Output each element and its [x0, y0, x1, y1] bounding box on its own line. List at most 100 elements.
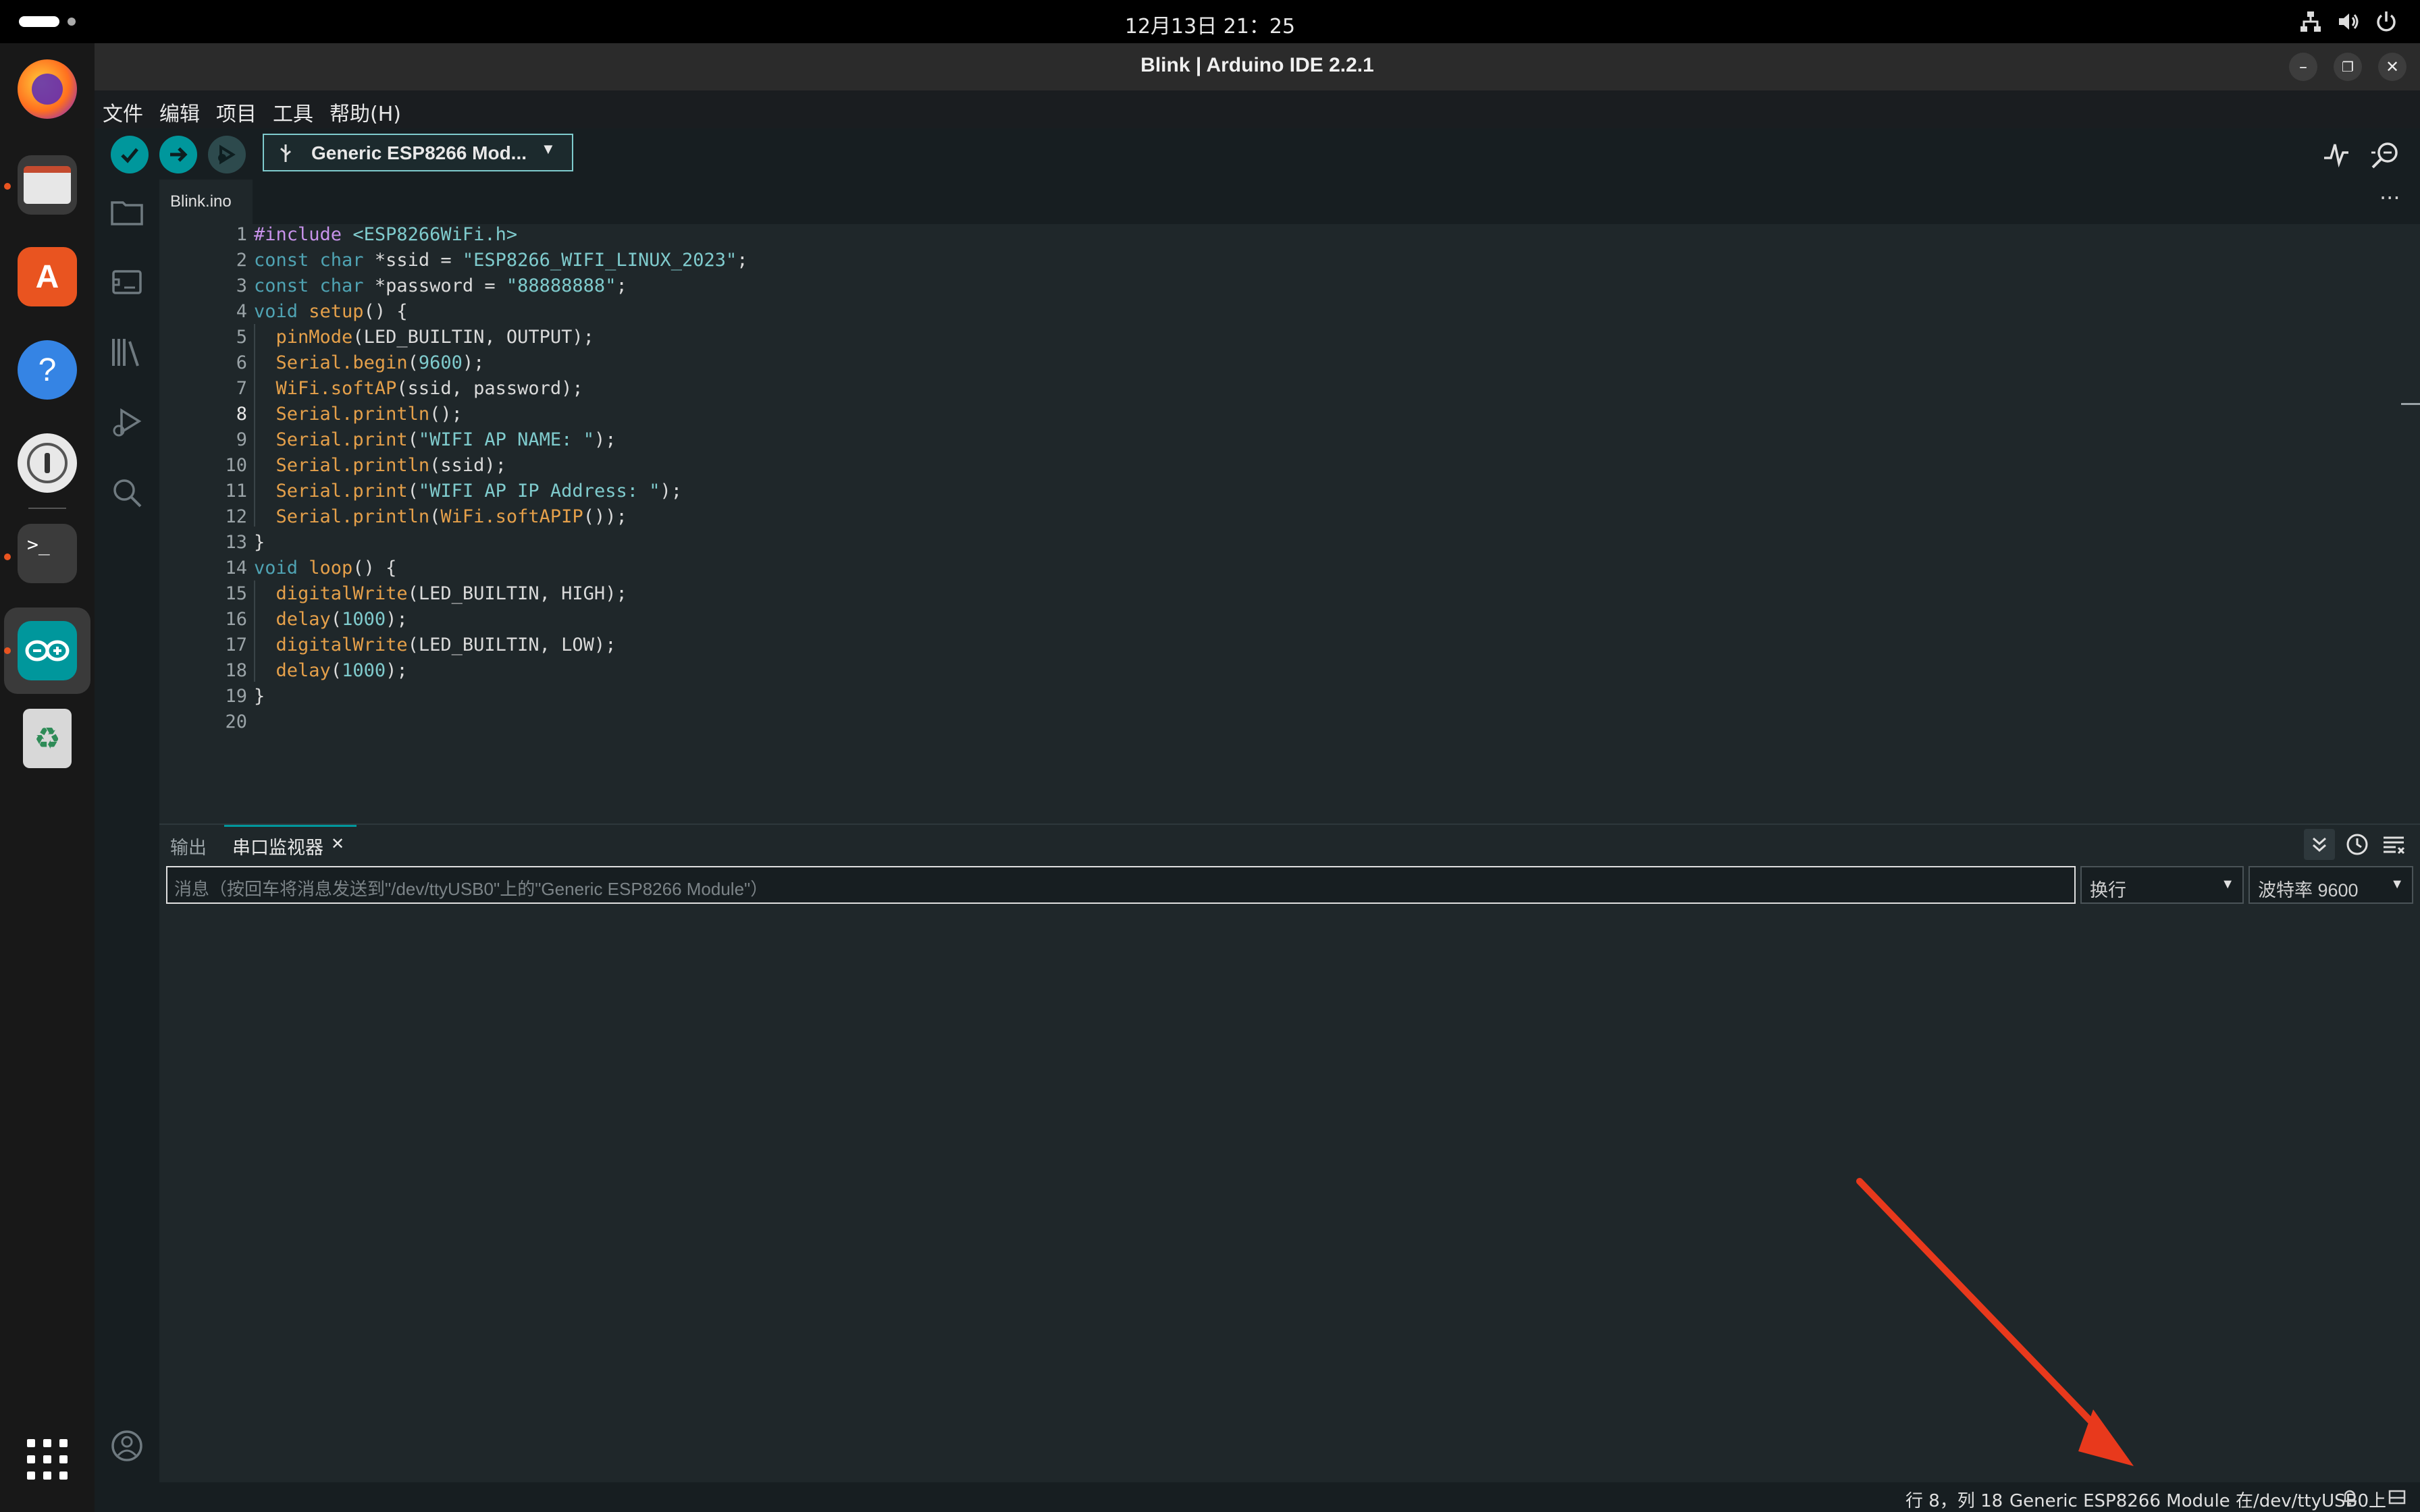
library-manager-icon[interactable]	[109, 335, 144, 370]
menu-help[interactable]: 帮助(H)	[330, 97, 401, 127]
firefox-icon[interactable]	[18, 59, 77, 119]
account-icon[interactable]	[109, 1428, 144, 1463]
arrow-right-icon	[170, 147, 188, 162]
annotation-arrow	[1856, 1178, 2134, 1466]
serial-plotter-icon[interactable]	[2323, 140, 2350, 167]
serial-monitor-icon[interactable]	[2370, 139, 2401, 169]
line-number: 4	[236, 301, 247, 322]
active-tab-indicator	[224, 825, 357, 827]
code-line: }	[254, 686, 265, 707]
tab-output[interactable]: 输出	[170, 833, 207, 859]
line-number: 10	[225, 455, 247, 476]
line-number-current: 8	[236, 404, 247, 425]
minimap-marker	[2401, 403, 2420, 405]
line-number: 2	[236, 250, 247, 271]
code-line: WiFi.softAP(ssid, password);	[275, 378, 583, 399]
activity-sidebar	[95, 180, 159, 1482]
password-icon[interactable]	[18, 433, 77, 493]
debug-button[interactable]	[208, 136, 246, 173]
clock[interactable]: 12月13日 21：25	[0, 9, 2420, 39]
close-tab-icon[interactable]: ✕	[331, 834, 344, 853]
panel-tab-bar: 输出 串口监视器 ✕	[159, 825, 2420, 864]
line-number: 19	[225, 686, 247, 707]
volume-icon[interactable]	[2336, 9, 2361, 34]
tab-serial-monitor[interactable]: 串口监视器	[232, 833, 323, 859]
trash-icon[interactable]: ♻	[23, 709, 72, 768]
toggle-autoscroll-button[interactable]	[2304, 829, 2335, 860]
line-ending-value: 换行	[2090, 880, 2126, 900]
code-line: Serial.println(ssid);	[275, 455, 506, 476]
line-number: 16	[225, 609, 247, 630]
timestamp-clock-icon[interactable]	[2344, 832, 2370, 857]
line-number: 17	[225, 634, 247, 655]
arduino-icon[interactable]	[18, 621, 77, 680]
menu-file[interactable]: 文件	[103, 97, 143, 127]
menu-edit[interactable]: 编辑	[159, 97, 200, 127]
code-line: Serial.print("WIFI AP IP Address: ");	[275, 481, 682, 502]
line-number: 5	[236, 327, 247, 348]
status-bar: 行 8，列 18 Generic ESP8266 Module 在/dev/tt…	[95, 1482, 2420, 1512]
serial-message-input[interactable]: 消息（按回车将消息发送到"/dev/ttyUSB0"上的"Generic ESP…	[166, 866, 2076, 904]
dock: A ? >_ ♻	[0, 43, 95, 1512]
menu-sketch[interactable]: 项目	[216, 97, 257, 127]
code-line: digitalWrite(LED_BUILTIN, HIGH);	[275, 583, 627, 604]
board-selector[interactable]: Generic ESP8266 Mod... ▼	[263, 134, 573, 171]
app-grid-icon[interactable]	[26, 1438, 69, 1481]
help-icon[interactable]: ?	[18, 340, 77, 400]
tab-blink-ino[interactable]: Blink.ino	[159, 180, 253, 224]
window-title: Blink | Arduino IDE 2.2.1	[1140, 54, 1374, 76]
more-options-icon[interactable]: ···	[2379, 185, 2400, 211]
code-line: digitalWrite(LED_BUILTIN, LOW);	[275, 634, 616, 655]
panel-toggle-icon[interactable]	[2388, 1488, 2406, 1507]
minimize-button[interactable]: –	[2289, 53, 2317, 81]
baud-rate-select[interactable]: 波特率 9600 ▼	[2248, 866, 2413, 904]
app-center-icon[interactable]: A	[18, 247, 77, 306]
board-selector-label: Generic ESP8266 Mod...	[311, 142, 527, 163]
code-line: void loop() {	[254, 558, 397, 578]
cursor-position[interactable]: 行 8，列 18	[1905, 1487, 2003, 1512]
code-line: delay(1000);	[275, 660, 408, 681]
code-line-current: Serial.println();	[275, 404, 463, 425]
maximize-button[interactable]: ❐	[2334, 53, 2362, 81]
bell-icon[interactable]	[2340, 1488, 2359, 1507]
debug-icon	[218, 144, 236, 165]
clear-output-icon[interactable]	[2381, 832, 2406, 857]
menu-tools[interactable]: 工具	[273, 97, 313, 127]
code-line: Serial.begin(9600);	[275, 352, 485, 373]
files-icon[interactable]	[18, 155, 77, 215]
line-number: 3	[236, 275, 247, 296]
sketchbook-folder-icon[interactable]	[109, 194, 144, 230]
line-number: 18	[225, 660, 247, 681]
line-number-gutter: 1 2 3 4 5 6 7 8 9 10 11 12 13 14 15 16 1…	[159, 224, 247, 824]
terminal-icon[interactable]: >_	[18, 524, 77, 583]
chevron-down-icon: ▼	[2390, 877, 2404, 892]
power-icon[interactable]	[2374, 9, 2398, 34]
code-line: delay(1000);	[275, 609, 408, 630]
upload-button[interactable]	[159, 136, 197, 173]
line-number: 15	[225, 583, 247, 604]
board-port-status[interactable]: Generic ESP8266 Module 在/dev/ttyUSB0上	[2009, 1487, 2386, 1512]
line-number: 9	[236, 429, 247, 450]
code-line: void setup() {	[254, 301, 408, 322]
code-line: Serial.println(WiFi.softAPIP());	[275, 506, 627, 527]
code-editor[interactable]: #include <ESP8266WiFi.h> const char *ssi…	[254, 224, 2381, 824]
debug-sidebar-icon[interactable]	[109, 405, 144, 440]
menu-bar: 文件 编辑 项目 工具 帮助(H)	[95, 90, 2420, 128]
code-line: const char *ssid = "ESP8266_WIFI_LINUX_2…	[254, 250, 748, 271]
verify-button[interactable]	[111, 136, 149, 173]
code-line: Serial.print("WIFI AP NAME: ");	[275, 429, 616, 450]
boards-manager-icon[interactable]	[109, 265, 144, 300]
indent-guide	[254, 580, 255, 682]
baud-rate-value: 波特率 9600	[2258, 880, 2359, 900]
network-icon[interactable]	[2298, 9, 2323, 34]
check-icon	[121, 148, 138, 163]
search-icon[interactable]	[109, 475, 144, 510]
line-number: 12	[225, 506, 247, 527]
double-chevron-down-icon	[2313, 837, 2326, 853]
window-titlebar[interactable]: Blink | Arduino IDE 2.2.1 – ❐ ✕	[95, 43, 2420, 90]
line-number: 1	[236, 224, 247, 245]
code-line: const char *password = "88888888";	[254, 275, 627, 296]
line-number: 20	[225, 711, 247, 732]
close-button[interactable]: ✕	[2378, 53, 2406, 81]
line-ending-select[interactable]: 换行 ▼	[2080, 866, 2244, 904]
